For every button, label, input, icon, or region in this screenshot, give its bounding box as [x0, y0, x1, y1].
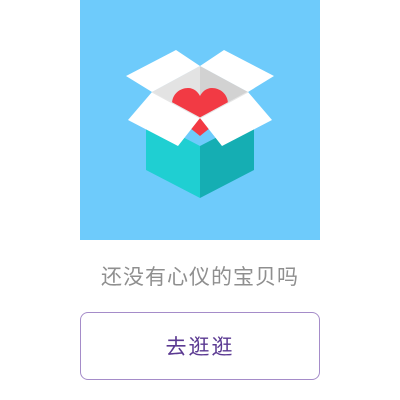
empty-state-illustration — [80, 0, 320, 240]
open-gift-box-heart-icon — [80, 0, 320, 240]
empty-favorites-page: 还没有心仪的宝贝吗 去逛逛 — [0, 0, 400, 400]
empty-state-message: 还没有心仪的宝贝吗 — [101, 265, 299, 289]
go-shopping-button[interactable]: 去逛逛 — [80, 312, 320, 380]
go-shopping-button-label: 去逛逛 — [165, 335, 235, 359]
